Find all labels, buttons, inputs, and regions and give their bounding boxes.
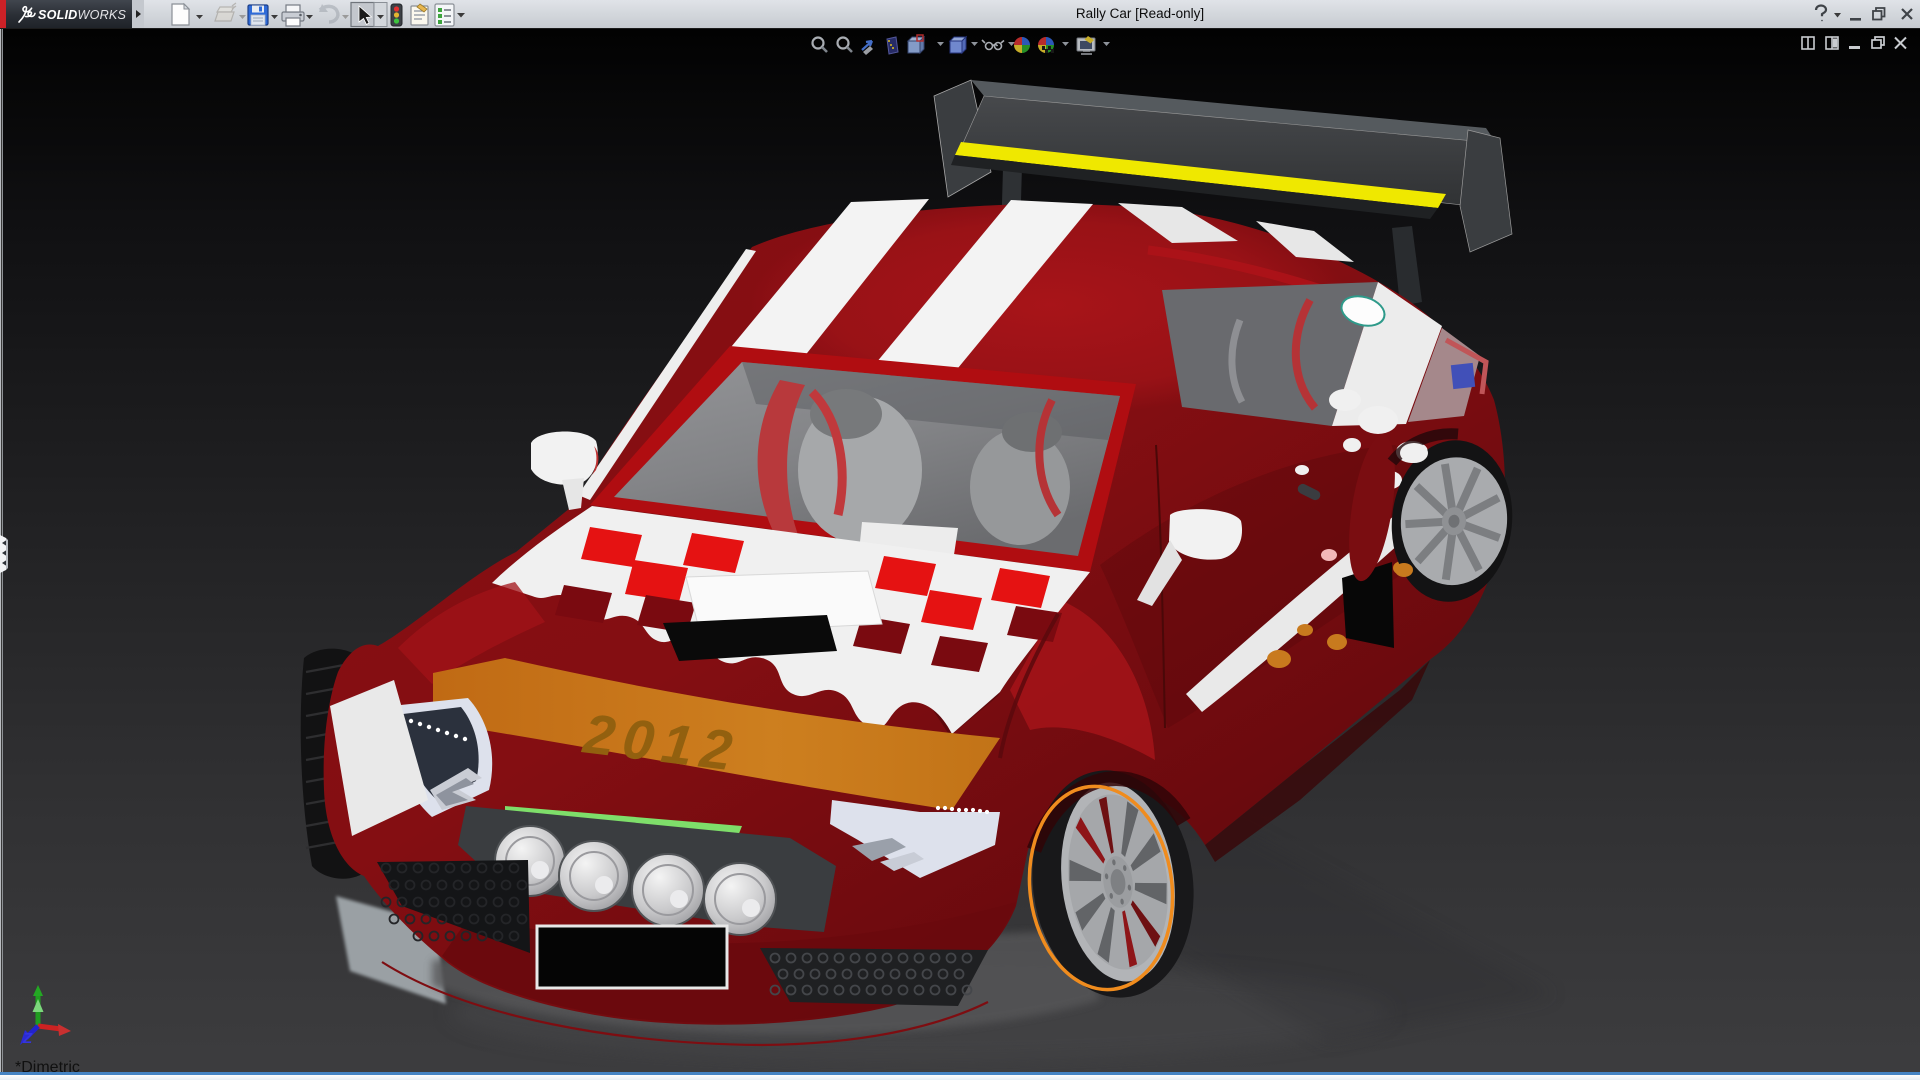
svg-text:Z: Z: [22, 1030, 33, 1047]
svg-text:SOLIDWORKS: SOLIDWORKS: [38, 8, 126, 22]
